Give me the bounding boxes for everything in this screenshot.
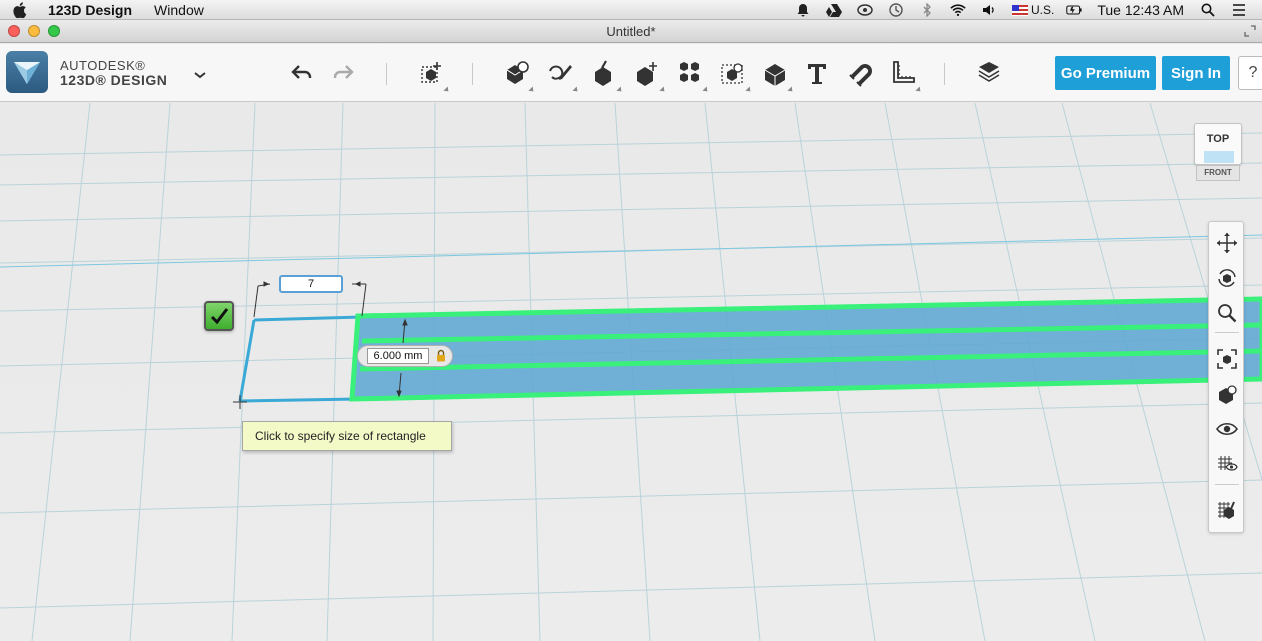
wifi-icon[interactable]	[950, 3, 966, 17]
toolbar-separator	[386, 63, 387, 85]
instruction-tooltip: Click to specify size of rectangle	[242, 421, 452, 451]
material-view-button[interactable]	[1214, 451, 1240, 477]
navigation-bar	[1208, 221, 1244, 533]
text-icon	[808, 64, 826, 84]
autodesk-logo-icon	[14, 62, 40, 84]
sketch-button[interactable]	[545, 58, 580, 94]
text-button[interactable]	[802, 58, 832, 88]
window-title-bar: Untitled*	[0, 20, 1262, 43]
brand-name: AUTODESK® 123D® DESIGN	[60, 58, 167, 88]
us-flag-icon[interactable]	[1012, 4, 1028, 16]
ruler-icon	[893, 61, 915, 83]
brand-line-autodesk: AUTODESK®	[60, 58, 146, 73]
eye-icon	[1216, 422, 1238, 436]
sketch-rectangle-outline	[233, 315, 363, 409]
material-layers-icon	[978, 62, 1000, 82]
modify-icon	[637, 62, 657, 86]
primitives-button[interactable]	[501, 58, 536, 94]
fullscreen-icon[interactable]	[1244, 25, 1256, 37]
menu-bar: 123D Design Window U.S. Tue 12:43 AM	[0, 0, 1262, 20]
snap-grid-button[interactable]	[1214, 498, 1240, 524]
pattern-button[interactable]	[675, 58, 710, 94]
snap-button[interactable]	[845, 58, 875, 88]
material-button[interactable]	[974, 58, 1004, 88]
sketch-axis-line	[0, 234, 1262, 268]
group-icon	[721, 63, 743, 84]
orbit-button[interactable]	[1214, 265, 1240, 291]
menu-window[interactable]: Window	[154, 2, 204, 18]
sign-in-button[interactable]: Sign In	[1162, 56, 1230, 90]
brand-line-product: 123D® DESIGN	[60, 72, 168, 88]
main-toolbar: AUTODESK® 123D® DESIGN Go Premium Sign I…	[0, 44, 1262, 102]
window-title: Untitled*	[606, 24, 656, 39]
magnet-icon	[849, 64, 872, 87]
group-button[interactable]	[718, 58, 753, 94]
sketch-icon	[549, 65, 572, 80]
help-button[interactable]: ?	[1238, 56, 1262, 90]
volume-icon[interactable]	[981, 3, 997, 17]
orbit-icon	[1218, 269, 1236, 287]
snap-icon	[1218, 501, 1235, 519]
spotlight-icon[interactable]	[1200, 3, 1216, 17]
google-drive-icon[interactable]	[826, 3, 842, 17]
notification-center-icon[interactable]	[1231, 3, 1247, 17]
transform-box-icon	[421, 62, 441, 83]
pattern-icon	[680, 62, 699, 82]
navbar-separator	[1215, 332, 1239, 333]
zoom-icon	[1218, 304, 1237, 323]
lock-icon[interactable]	[436, 349, 446, 362]
view-button[interactable]	[1214, 381, 1240, 407]
grid-scene[interactable]	[0, 103, 1262, 641]
pan-icon	[1217, 233, 1237, 253]
creative-cloud-icon[interactable]	[857, 3, 873, 17]
view-cube-edge-highlight	[1204, 151, 1234, 163]
combine-button[interactable]	[760, 58, 795, 94]
undo-icon	[291, 65, 312, 79]
transform-button[interactable]	[416, 58, 451, 94]
extruded-rectangle[interactable]	[349, 296, 1262, 402]
notification-icon[interactable]	[795, 3, 811, 17]
navbar-separator	[1215, 484, 1239, 485]
toolbar-separator	[944, 63, 945, 85]
app-menu[interactable]: 123D Design	[48, 2, 132, 18]
modify-button[interactable]	[632, 58, 667, 94]
construct-button[interactable]	[589, 58, 624, 94]
go-premium-button[interactable]: Go Premium	[1055, 56, 1156, 90]
battery-icon[interactable]	[1066, 3, 1082, 17]
visibility-button[interactable]	[1214, 416, 1240, 442]
chevron-down-icon[interactable]	[193, 70, 207, 80]
3d-viewport[interactable]: TOP FRONT 7 6.000 mm Click to specify si…	[0, 103, 1262, 641]
measure-button[interactable]	[888, 58, 923, 94]
view-cube-icon	[1219, 385, 1237, 404]
pan-button[interactable]	[1214, 230, 1240, 256]
primitive-box-icon	[506, 61, 529, 84]
view-cube[interactable]: TOP FRONT	[1190, 121, 1246, 187]
height-dimension-input[interactable]: 6.000 mm	[367, 348, 429, 364]
toolbar-separator	[472, 63, 473, 85]
input-source[interactable]: U.S.	[1031, 3, 1054, 17]
material-view-icon	[1218, 456, 1238, 471]
confirm-sketch-button[interactable]	[204, 301, 234, 331]
construct-extrude-icon	[595, 60, 611, 86]
checkmark-icon	[210, 308, 229, 325]
fit-all-button[interactable]	[1214, 346, 1240, 372]
width-dimension-input[interactable]: 7	[279, 275, 343, 293]
menu-clock[interactable]: Tue 12:43 AM	[1097, 2, 1184, 18]
view-cube-front-face[interactable]: FRONT	[1196, 165, 1240, 181]
redo-icon	[333, 65, 354, 79]
zoom-button[interactable]	[1214, 300, 1240, 326]
bluetooth-icon[interactable]	[919, 3, 935, 17]
redo-button[interactable]	[328, 58, 358, 88]
time-machine-icon[interactable]	[888, 3, 904, 17]
combine-icon	[764, 64, 786, 86]
view-cube-top-label: TOP	[1206, 133, 1230, 145]
fit-all-icon	[1217, 349, 1237, 369]
apple-icon[interactable]	[12, 1, 30, 18]
app-logo[interactable]	[6, 51, 48, 93]
undo-button[interactable]	[287, 58, 317, 88]
